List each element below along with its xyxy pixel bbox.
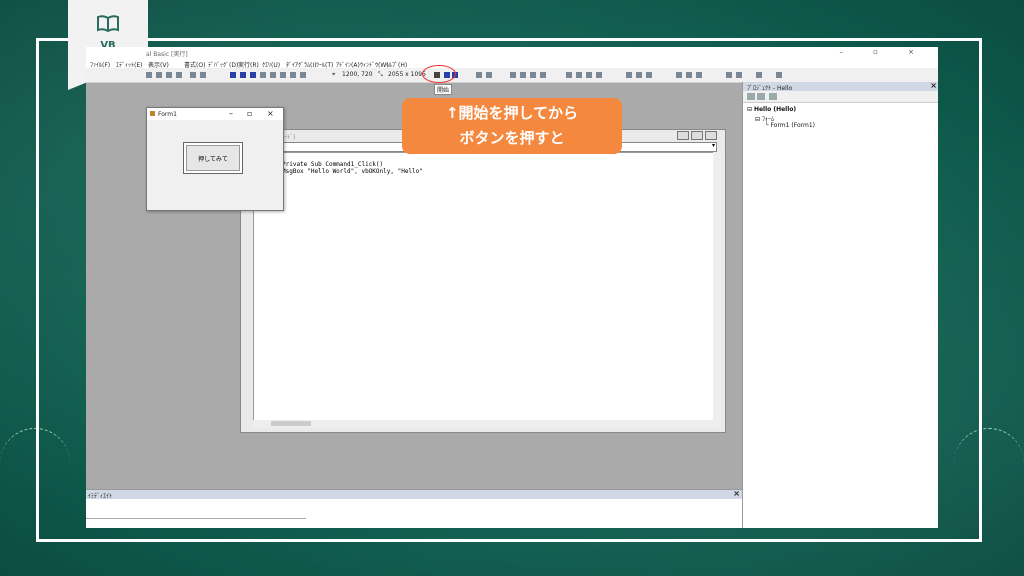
position-icon: ⌖ — [332, 71, 336, 78]
toolbar-icon[interactable] — [576, 72, 582, 78]
instruction-callout: ↑開始を押してから ボタンを押すと — [402, 98, 622, 154]
position-readout: 1200, 720 — [342, 71, 373, 78]
maximize-button[interactable] — [691, 131, 703, 140]
toolbar-icon[interactable] — [776, 72, 782, 78]
menu-bar: ﾌｧｲﾙ(F) ｴﾃﾞｨｯﾄ(E) 表示(V) 書式(O) ﾃﾞﾊﾞｯｸﾞ(D)… — [86, 58, 938, 69]
vertical-scrollbar[interactable] — [713, 152, 721, 420]
immediate-window: ｲﾐﾃﾞｨｴｲﾄ × — [86, 489, 742, 528]
size-icon: ⤡ — [378, 71, 383, 78]
project-explorer-toolbar — [743, 91, 938, 103]
close-icon[interactable]: × — [267, 109, 274, 118]
toolbar-icon[interactable] — [676, 72, 682, 78]
object-browser-icon[interactable] — [290, 72, 296, 78]
toolbar-icon[interactable] — [646, 72, 652, 78]
scroll-thumb[interactable] — [271, 421, 311, 426]
pause-icon[interactable] — [240, 72, 246, 78]
form1-titlebar: Form1 – ▫ × — [147, 108, 283, 120]
toolbar-icon[interactable] — [636, 72, 642, 78]
code-line: Private Sub Command1_Click() — [282, 161, 384, 168]
project-explorer-header: ﾌﾟﾛｼﾞｪｸﾄ - Hello × — [743, 81, 938, 92]
tree-item-project[interactable]: ⊟ Hello (Hello) — [747, 106, 796, 113]
stop-icon[interactable] — [250, 72, 256, 78]
dropdown-arrow-icon: ▾ — [711, 142, 715, 149]
toolbar-icon[interactable] — [756, 72, 762, 78]
standard-toolbar: ⌖ 1200, 720 ⤡ 2055 x 1095 — [86, 65, 938, 83]
toolbar-icon[interactable] — [476, 72, 482, 78]
ide-title: al Basic [実行] — [146, 51, 188, 58]
immediate-window-tabs — [86, 518, 306, 527]
copy-icon[interactable] — [156, 72, 162, 78]
toolbar-icon[interactable] — [566, 72, 572, 78]
close-button[interactable] — [705, 131, 717, 140]
form1-window: Form1 – ▫ × 押してみて — [146, 107, 284, 211]
toolbar-icon[interactable] — [510, 72, 516, 78]
toolbar-icon[interactable] — [540, 72, 546, 78]
minimize-button[interactable] — [677, 131, 689, 140]
horizontal-scrollbar[interactable] — [253, 420, 721, 428]
immediate-window-title: ｲﾐﾃﾞｨｴｲﾄ — [88, 493, 113, 500]
form-icon — [150, 111, 155, 116]
size-readout: 2055 x 1095 — [388, 71, 426, 78]
highlight-circle — [422, 65, 456, 83]
view-object-icon[interactable] — [757, 93, 765, 100]
start-tooltip: 開始 — [434, 84, 453, 95]
immediate-window-header: ｲﾐﾃﾞｨｴｲﾄ × — [86, 489, 742, 500]
undo-icon[interactable] — [190, 72, 196, 78]
close-icon[interactable]: × — [733, 489, 740, 498]
command1-button[interactable]: 押してみて — [183, 142, 243, 174]
callout-line-2: ボタンを押すと — [459, 129, 565, 147]
toolbar-icon[interactable] — [586, 72, 592, 78]
toolbox-icon[interactable] — [300, 72, 306, 78]
minimize-icon[interactable]: – — [229, 109, 233, 118]
toolbar-icon[interactable] — [626, 72, 632, 78]
form-layout-icon[interactable] — [280, 72, 286, 78]
form1-title: Form1 — [158, 111, 177, 118]
code-window: ｺｰﾄﾞ) ▾ Private Sub Command1_Click() Msg… — [240, 129, 726, 433]
callout-line-1: ↑開始を押してから — [445, 104, 579, 122]
ide-titlebar: al Basic [実行] – ▫ × — [86, 47, 938, 58]
find-icon[interactable] — [176, 72, 182, 78]
toolbar-icon[interactable] — [486, 72, 492, 78]
tree-item-form1[interactable]: └ Form1 (Form1) — [765, 122, 815, 129]
project-explorer-icon[interactable] — [260, 72, 266, 78]
toolbar-icon[interactable] — [686, 72, 692, 78]
project-explorer: ﾌﾟﾛｼﾞｪｸﾄ - Hello × ⊟ Hello (Hello) ⊟ ﾌｫｰ… — [742, 81, 938, 528]
open-book-icon — [97, 15, 119, 32]
toolbar-icon[interactable] — [596, 72, 602, 78]
paste-icon[interactable] — [166, 72, 172, 78]
toolbar-icon[interactable] — [736, 72, 742, 78]
toolbar-icon[interactable] — [696, 72, 702, 78]
redo-icon[interactable] — [200, 72, 206, 78]
toolbar-icon[interactable] — [530, 72, 536, 78]
code-line: MsgBox "Hello World", vbOKOnly, "Hello" — [282, 168, 423, 175]
toolbar-icon[interactable] — [520, 72, 526, 78]
code-editor[interactable]: Private Sub Command1_Click() MsgBox "Hel… — [253, 152, 715, 422]
view-code-icon[interactable] — [747, 93, 755, 100]
window-controls[interactable]: – ▫ × — [839, 48, 928, 56]
toolbar-icon[interactable] — [726, 72, 732, 78]
cut-icon[interactable] — [146, 72, 152, 78]
maximize-icon[interactable]: ▫ — [247, 109, 252, 118]
toggle-folders-icon[interactable] — [769, 93, 777, 100]
properties-icon[interactable] — [270, 72, 276, 78]
run-icon[interactable] — [230, 72, 236, 78]
close-icon[interactable]: × — [930, 81, 937, 90]
